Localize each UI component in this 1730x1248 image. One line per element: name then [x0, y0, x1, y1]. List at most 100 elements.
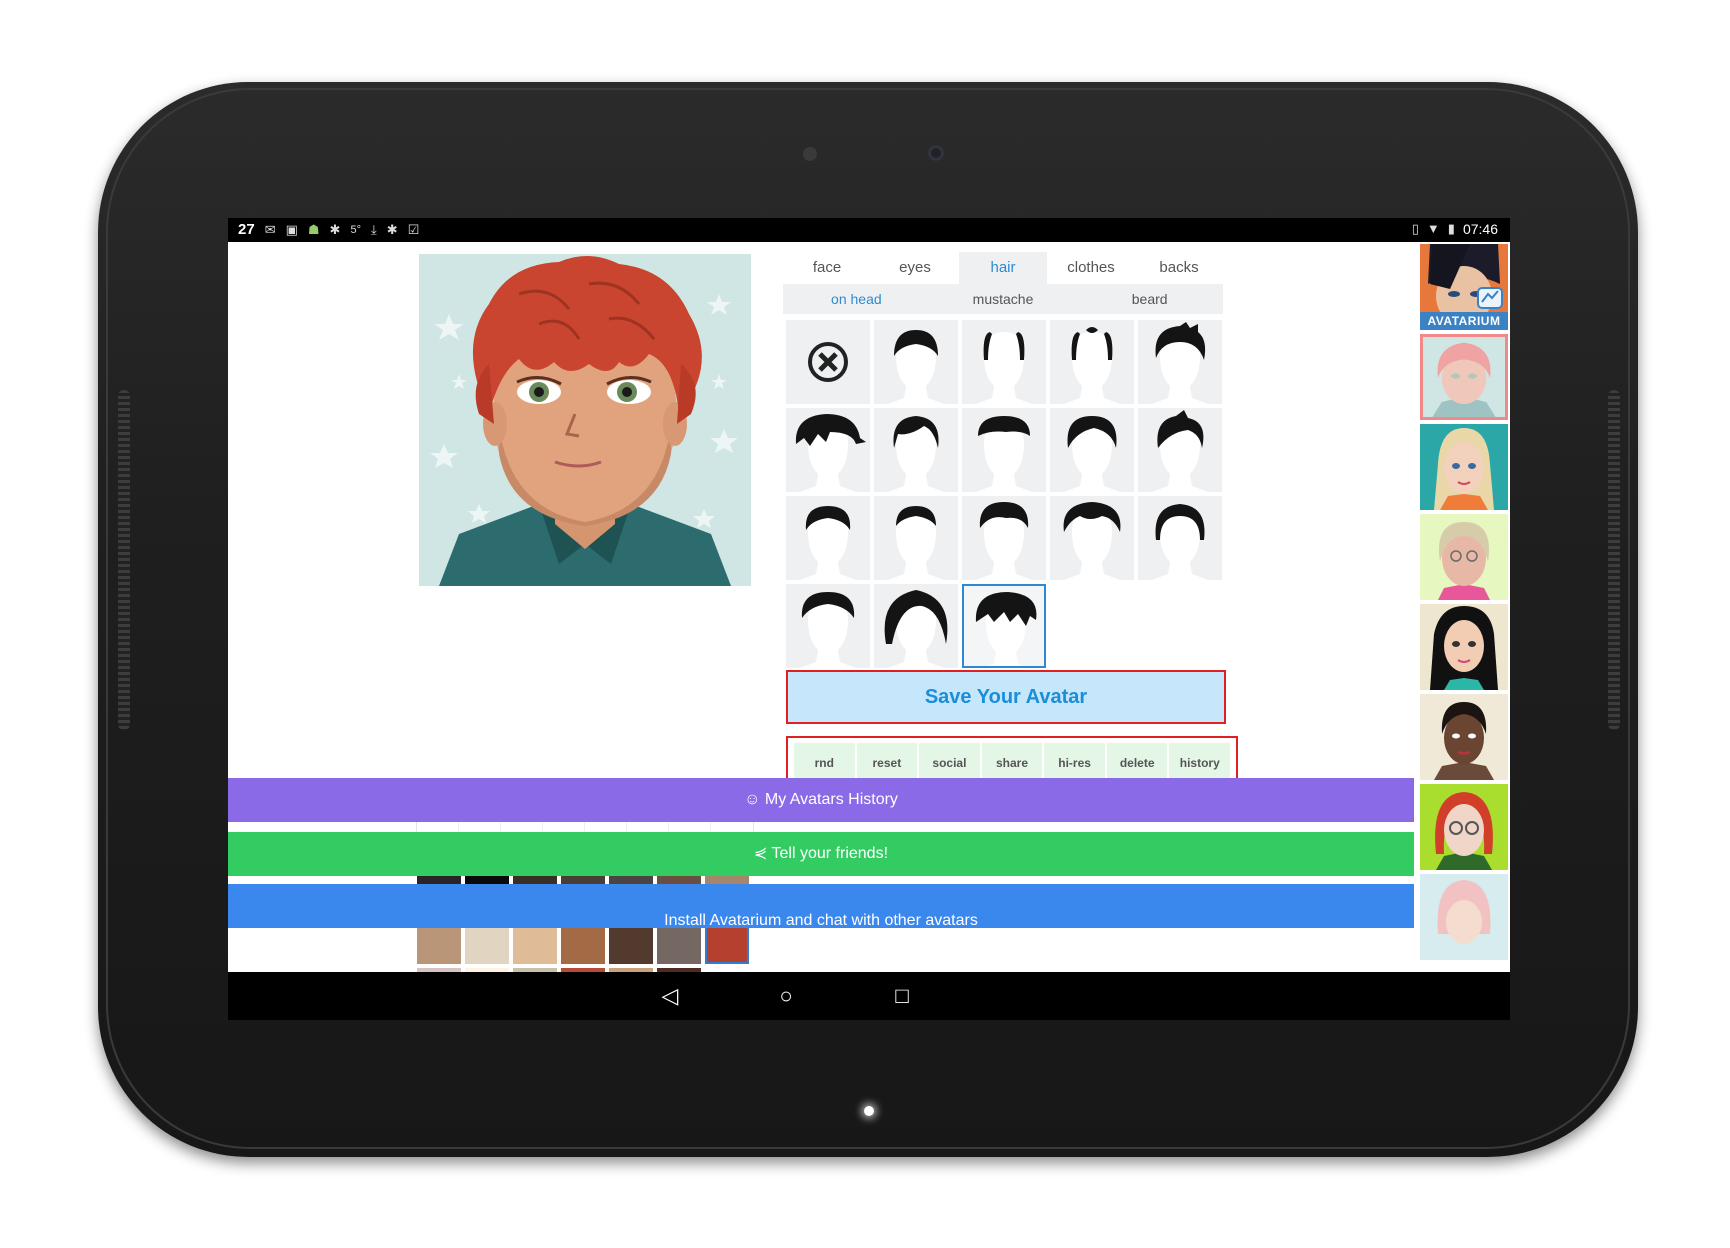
recents-nav-icon[interactable]: □: [890, 984, 914, 1008]
hair-style-icon: [800, 592, 856, 668]
screen: 27 ✉ ▣ ☗ ✱ 5° ⤓ ✱ ☑ ▯ ▼ ▮ 07:46 face eye…: [228, 218, 1510, 1020]
remove-icon: [808, 342, 848, 382]
smile-icon: ☺: [744, 791, 761, 808]
avatars-history-label: My Avatars History: [764, 791, 898, 808]
install-avatarium-button[interactable]: Install Avatarium and chat with other av…: [228, 884, 1414, 929]
hair-style-option[interactable]: [962, 496, 1046, 580]
wifi-icon: ▼: [1426, 221, 1440, 236]
hi-res-button[interactable]: hi-res: [1044, 743, 1105, 783]
rnd-button[interactable]: rnd: [794, 743, 855, 783]
vibrate-icon: ▯: [1411, 221, 1419, 236]
install-label: Install Avatarium and chat with other av…: [664, 912, 978, 929]
android-icon: ☗: [307, 221, 320, 237]
subtab-on-head[interactable]: on head: [783, 284, 930, 314]
hair-style-option[interactable]: [962, 320, 1046, 404]
hair-style-option[interactable]: [874, 320, 958, 404]
hair-style-icon: [800, 506, 856, 580]
subtab-beard[interactable]: beard: [1076, 284, 1223, 314]
hair-style-icon: [888, 330, 944, 404]
image-icon: ▣: [285, 221, 298, 237]
clock: 07:46: [1462, 221, 1498, 237]
hair-style-option[interactable]: [874, 408, 958, 492]
share-icon: ⋞: [753, 845, 768, 862]
clipboard-icon: ☑: [407, 221, 420, 237]
hair-style-icon: [976, 416, 1032, 492]
right-speaker-grille: [1608, 390, 1620, 730]
avatarium-logo-thumb[interactable]: AVATARIUM: [1420, 244, 1508, 330]
light-sensor: [803, 147, 817, 161]
left-speaker-grille: [118, 390, 130, 730]
delete-button[interactable]: delete: [1106, 743, 1168, 783]
hair-style-option[interactable]: [786, 408, 870, 492]
hair-style-icon: [976, 332, 1032, 404]
hair-style-icon: [1064, 416, 1120, 492]
battery-icon: ▮: [1447, 221, 1455, 236]
hair-style-option[interactable]: [786, 496, 870, 580]
gallery-avatar-7[interactable]: [1420, 874, 1508, 960]
hair-style-option[interactable]: [1138, 408, 1222, 492]
gallery-avatar-1[interactable]: [1420, 334, 1508, 420]
gallery-avatar-2[interactable]: [1420, 424, 1508, 510]
status-notifications: 27 ✉ ▣ ☗ ✱ 5° ⤓ ✱ ☑: [238, 221, 419, 238]
avatar-gallery-sidebar: AVATARIUM: [1418, 242, 1510, 972]
save-avatar-button[interactable]: Save Your Avatar: [786, 670, 1226, 724]
reset-button[interactable]: reset: [856, 743, 918, 783]
history-button[interactable]: history: [1169, 743, 1231, 783]
hair-style-grid: [786, 320, 1222, 668]
hair-style-icon: [795, 414, 866, 492]
hair-style-option[interactable]: [962, 584, 1046, 668]
app-content: ↑ ↓ ← → ⊖ ⊕ ↶ ↷ faceeyeshairclothesbacks…: [228, 242, 1510, 972]
hair-style-option[interactable]: [962, 408, 1046, 492]
download-icon: ⤓: [370, 221, 377, 237]
date-day: 27: [238, 221, 255, 238]
hair-style-option[interactable]: [1050, 496, 1134, 580]
tab-eyes[interactable]: eyes: [871, 252, 959, 284]
social-button[interactable]: social: [919, 743, 980, 783]
hair-style-option[interactable]: [874, 584, 958, 668]
gmail-icon: ✉: [264, 221, 276, 237]
avatar-preview: [419, 254, 751, 586]
avatarium-logo-text: AVATARIUM: [1427, 314, 1501, 328]
hair-style-icon: [1152, 504, 1208, 580]
tell-friends-label: Tell your friends!: [771, 845, 889, 862]
no-hair-option[interactable]: [786, 320, 870, 404]
subtab-mustache[interactable]: mustache: [930, 284, 1077, 314]
front-camera: [928, 145, 944, 161]
avatars-history-button[interactable]: ☺ My Avatars History: [228, 778, 1414, 822]
hair-style-icon: [884, 590, 948, 668]
share-button[interactable]: share: [981, 743, 1043, 783]
tab-face[interactable]: face: [783, 252, 871, 284]
hair-subtabs: on head mustache beard: [783, 284, 1223, 314]
status-system: ▯ ▼ ▮ 07:46: [1412, 221, 1498, 237]
status-bar: 27 ✉ ▣ ☗ ✱ 5° ⤓ ✱ ☑ ▯ ▼ ▮ 07:46: [228, 218, 1510, 242]
gallery-avatar-3[interactable]: [1420, 514, 1508, 600]
hair-style-icon: [1064, 327, 1120, 404]
hair-style-icon: [1063, 502, 1121, 580]
hair-style-option[interactable]: [1050, 408, 1134, 492]
category-tabs: face eyes hair clothes backs: [783, 252, 1223, 284]
back-nav-icon[interactable]: ◁: [658, 984, 682, 1008]
gallery-avatar-4[interactable]: [1420, 604, 1508, 690]
hair-style-option[interactable]: [874, 496, 958, 580]
hair-style-option[interactable]: [1138, 496, 1222, 580]
hair-style-option[interactable]: [1138, 320, 1222, 404]
hair-style-icon: [1152, 322, 1208, 404]
hair-style-icon: [976, 502, 1032, 580]
tell-friends-button[interactable]: ⋞ Tell your friends!: [228, 832, 1414, 876]
navigation-bar: ◁ ○ □: [228, 972, 1510, 1020]
hair-style-icon: [888, 416, 944, 492]
home-nav-icon[interactable]: ○: [774, 984, 798, 1008]
tab-clothes[interactable]: clothes: [1047, 252, 1135, 284]
tab-hair[interactable]: hair: [959, 252, 1047, 284]
hair-style-option[interactable]: [786, 584, 870, 668]
gallery-avatar-5[interactable]: [1420, 694, 1508, 780]
hair-style-icon: [975, 592, 1037, 666]
hair-style-option[interactable]: [1050, 320, 1134, 404]
gallery-avatar-6[interactable]: [1420, 784, 1508, 870]
temperature-text: 5°: [350, 223, 361, 236]
hair-style-icon: [1152, 410, 1208, 492]
bug-icon-2: ✱: [386, 221, 398, 237]
bug-icon: ✱: [329, 221, 341, 237]
notification-led: [864, 1106, 874, 1116]
tab-backs[interactable]: backs: [1135, 252, 1223, 284]
